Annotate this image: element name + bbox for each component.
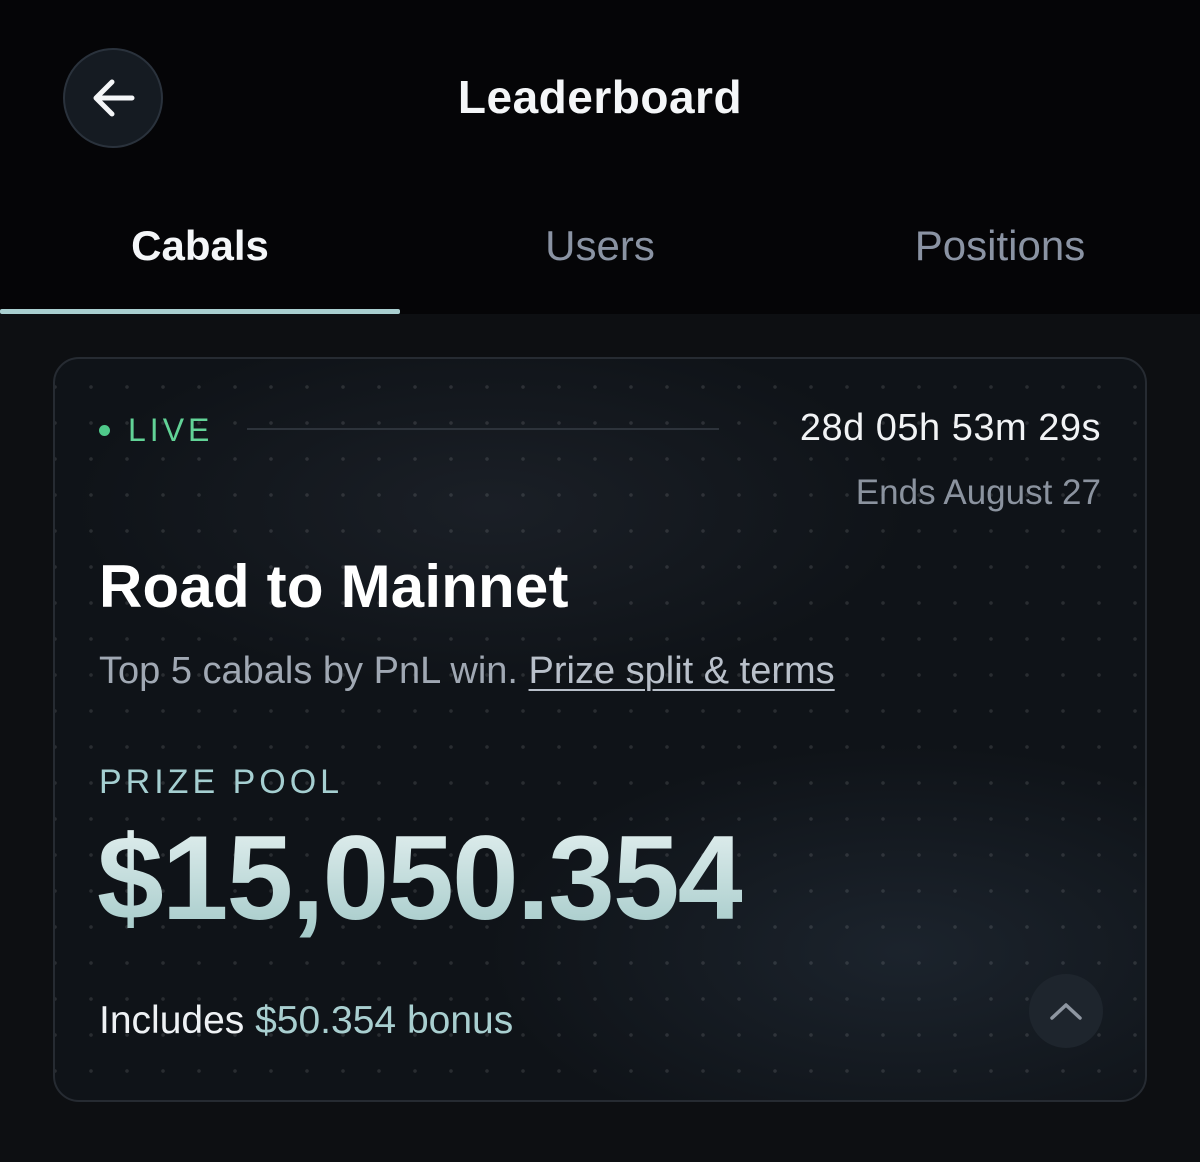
chevron-up-icon [1050, 1003, 1082, 1020]
prize-pool-label: PRIZE POOL [99, 763, 344, 801]
prize-terms-link[interactable]: Prize split & terms [529, 650, 835, 692]
live-dot-icon [99, 425, 110, 436]
tab-label: Positions [914, 222, 1086, 269]
bonus-prefix: Includes [99, 999, 245, 1042]
bonus-suffix: bonus [406, 999, 514, 1042]
divider [247, 428, 719, 430]
countdown-timer: 28d 05h 53m 29s [799, 407, 1101, 449]
contest-card: LIVE 28d 05h 53m 29s Ends August 27 Road… [53, 357, 1147, 1102]
live-status: LIVE [99, 412, 213, 449]
tab-label: Users [545, 222, 655, 269]
app-header: Leaderboard Cabals Users Positions [0, 0, 1200, 314]
tab-positions[interactable]: Positions [800, 200, 1200, 314]
contest-description: Top 5 cabals by PnL win. Prize split & t… [99, 650, 835, 693]
contest-title: Road to Mainnet [99, 553, 569, 620]
live-label: LIVE [128, 412, 214, 448]
end-date: Ends August 27 [855, 473, 1101, 512]
bonus-info: Includes $50.354 bonus [99, 999, 513, 1043]
tab-cabals[interactable]: Cabals [0, 200, 400, 314]
tab-users[interactable]: Users [400, 200, 800, 314]
description-text: Top 5 cabals by PnL win. [99, 650, 518, 692]
bonus-amount: $50.354 [255, 999, 397, 1042]
page-title: Leaderboard [457, 71, 743, 123]
dot-pattern-background [55, 359, 1145, 1100]
tab-label: Cabals [131, 222, 269, 269]
tab-bar: Cabals Users Positions [0, 200, 1200, 314]
prize-pool-amount: $15,050.354 [97, 811, 744, 945]
collapse-button[interactable] [1029, 974, 1103, 1048]
